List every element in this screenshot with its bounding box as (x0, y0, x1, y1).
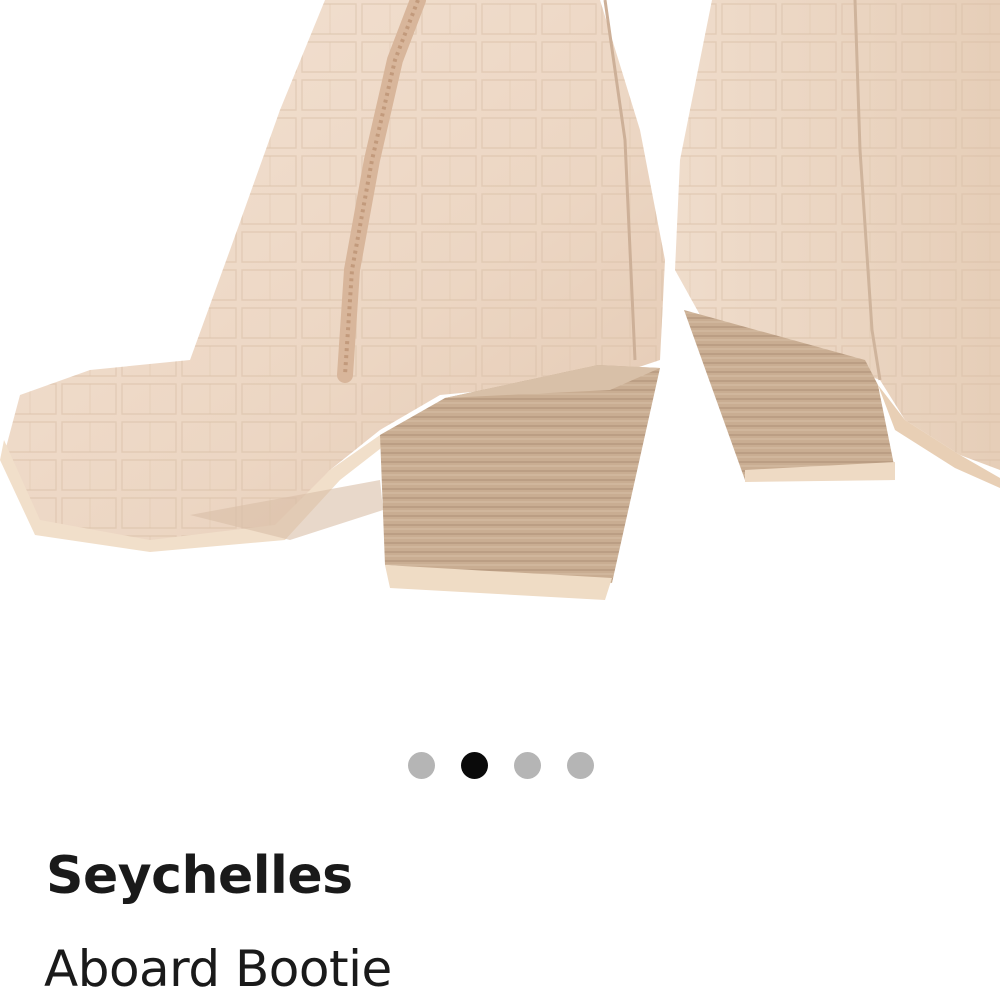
boots-photo-icon (0, 0, 1000, 600)
carousel-pagination (0, 752, 1000, 780)
carousel-dot-2[interactable] (461, 752, 488, 779)
carousel-dot-1[interactable] (408, 752, 435, 779)
product-image[interactable] (0, 0, 1000, 700)
carousel-dot-4[interactable] (567, 752, 594, 779)
carousel-dot-3[interactable] (514, 752, 541, 779)
product-title: Aboard Bootie (44, 940, 392, 998)
product-page: Seychelles Aboard Bootie (0, 0, 1000, 1000)
brand-name[interactable]: Seychelles (46, 850, 353, 902)
